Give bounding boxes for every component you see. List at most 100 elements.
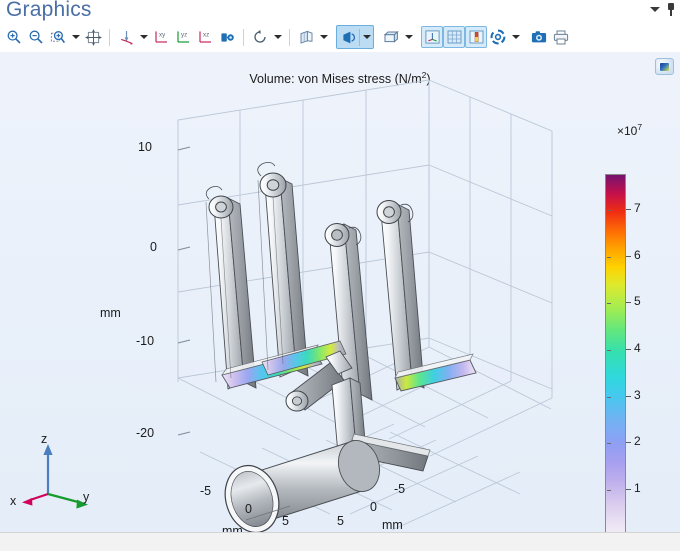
print-button[interactable] <box>550 26 572 48</box>
axis-orientation-icon <box>424 30 440 44</box>
show-color-legend-button[interactable] <box>465 26 487 48</box>
scene-light-menu-button[interactable] <box>360 26 373 48</box>
chevron-down-icon <box>273 35 282 39</box>
toolbar-divider <box>243 28 244 46</box>
svg-text:xz: xz <box>203 31 209 38</box>
header-controls <box>650 3 676 16</box>
zoom-extents-button[interactable] <box>82 26 104 48</box>
three-d-scene <box>177 79 553 532</box>
linkage-arm-right <box>376 200 425 391</box>
zoom-box-button[interactable] <box>47 26 69 48</box>
chevron-down-icon <box>404 35 413 39</box>
chevron-down-icon <box>139 35 148 39</box>
svg-text:xy: xy <box>159 31 166 38</box>
y-axis-tick-neg5: -5 <box>394 482 406 496</box>
color-legend: ×107 1 2 3 4 5 6 7 <box>605 122 675 532</box>
reset-view-menu-button[interactable] <box>271 26 284 48</box>
z-axis-label: mm <box>100 306 121 320</box>
triad-label-x: x <box>10 494 17 508</box>
default-view-icon <box>220 32 234 42</box>
triad-label-y: y <box>83 490 90 504</box>
colorbar-multiplier-exponent: 7 <box>637 122 643 132</box>
colorbar-tick-6: 6 <box>634 248 641 262</box>
select-box-menu-button[interactable] <box>402 26 415 48</box>
x-axis-tick-0: 0 <box>245 502 252 516</box>
pin-icon[interactable] <box>666 3 676 16</box>
xz-axes-icon: xz <box>198 31 211 43</box>
magnifier-minus-icon <box>29 30 43 44</box>
default-view-button[interactable] <box>216 26 238 48</box>
yz-axes-icon: yz <box>176 31 189 43</box>
status-bar <box>0 532 680 551</box>
colorbar-tick-5: 5 <box>634 294 641 308</box>
update-plot-menu-button[interactable] <box>509 26 522 48</box>
colorbar-gradient <box>605 174 626 532</box>
bushing-cylinder <box>224 440 381 532</box>
magnifier-plus-icon <box>7 30 21 44</box>
update-plot-button[interactable] <box>487 26 509 48</box>
axes-rotate-icon <box>120 30 133 45</box>
graphics-window: Graphics xy yz xz Volume: von Mises stre… <box>0 0 680 551</box>
z-axis-tick-0: 0 <box>150 240 157 254</box>
colorbar-multiplier: ×107 <box>617 122 642 138</box>
refresh-icon <box>254 29 266 43</box>
transparency-menu-button[interactable] <box>317 26 330 48</box>
x-axis-arrow <box>29 492 49 502</box>
y-axis-arrow <box>47 492 79 504</box>
colorbar-tick-3: 3 <box>634 388 641 402</box>
snapshot-button[interactable] <box>528 26 550 48</box>
rotate-view-button[interactable] <box>115 26 137 48</box>
chevron-down-icon <box>71 35 80 39</box>
transparency-button[interactable] <box>295 26 317 48</box>
x-axis-label: mm <box>222 524 243 532</box>
y-axis-tick-5: 5 <box>337 514 344 528</box>
show-axis-orientation-button[interactable] <box>421 26 443 48</box>
colorbar-tick-2: 2 <box>634 434 641 448</box>
chevron-down-icon <box>362 35 371 39</box>
z-axis-tick-neg10: -10 <box>136 334 155 348</box>
view-xy-button[interactable]: xy <box>150 26 172 48</box>
colorbar-tick-4: 4 <box>634 341 641 355</box>
show-grid-button[interactable] <box>443 26 465 48</box>
colorbar-tick-7: 7 <box>634 201 641 215</box>
chevron-down-icon[interactable] <box>650 7 660 12</box>
view-xz-button[interactable]: xz <box>194 26 216 48</box>
orientation-triad: z y x <box>10 432 102 512</box>
triad-label-z: z <box>41 432 48 446</box>
transparent-cube-icon <box>300 30 312 44</box>
zoom-box-menu-button[interactable] <box>69 26 82 48</box>
toolbar-divider <box>289 28 290 46</box>
plot-canvas[interactable]: Volume: von Mises stress (N/m2) 10 0 -10… <box>0 52 680 532</box>
zoom-in-button[interactable] <box>3 26 25 48</box>
linkage-arm-back-mid <box>257 162 309 378</box>
camera-icon <box>531 31 547 43</box>
z-axis-tick-neg20: -20 <box>136 426 155 440</box>
y-axis-label: mm <box>382 518 403 532</box>
magnifier-box-icon <box>50 31 66 44</box>
z-axis-tick-10: 10 <box>138 140 152 154</box>
xy-axes-icon: xy <box>154 31 167 43</box>
graphics-toolbar: xy yz xz <box>0 22 680 52</box>
scene-light-group <box>336 25 374 49</box>
colorbar-tick-1: 1 <box>634 481 641 495</box>
light-cone-icon <box>342 31 355 43</box>
view-yz-button[interactable]: yz <box>172 26 194 48</box>
reset-view-button[interactable] <box>249 26 271 48</box>
color-legend-icon <box>469 30 483 44</box>
zoom-extents-icon <box>85 29 101 45</box>
select-box-button[interactable] <box>380 26 402 48</box>
page-title: Graphics <box>6 0 92 21</box>
x-axis-tick-5: 5 <box>282 514 289 528</box>
rotate-view-menu-button[interactable] <box>137 26 150 48</box>
scene-light-button[interactable] <box>337 26 359 48</box>
svg-text:yz: yz <box>181 31 187 38</box>
chevron-down-icon <box>319 35 328 39</box>
printer-icon <box>553 30 569 44</box>
zoom-out-button[interactable] <box>25 26 47 48</box>
box-select-icon <box>383 30 399 43</box>
toolbar-divider <box>109 28 110 46</box>
linkage-arm-back-left <box>205 186 257 390</box>
chevron-down-icon <box>511 35 520 39</box>
x-axis-tick-neg5: -5 <box>200 484 212 498</box>
colorbar-multiplier-base: ×10 <box>617 124 638 138</box>
